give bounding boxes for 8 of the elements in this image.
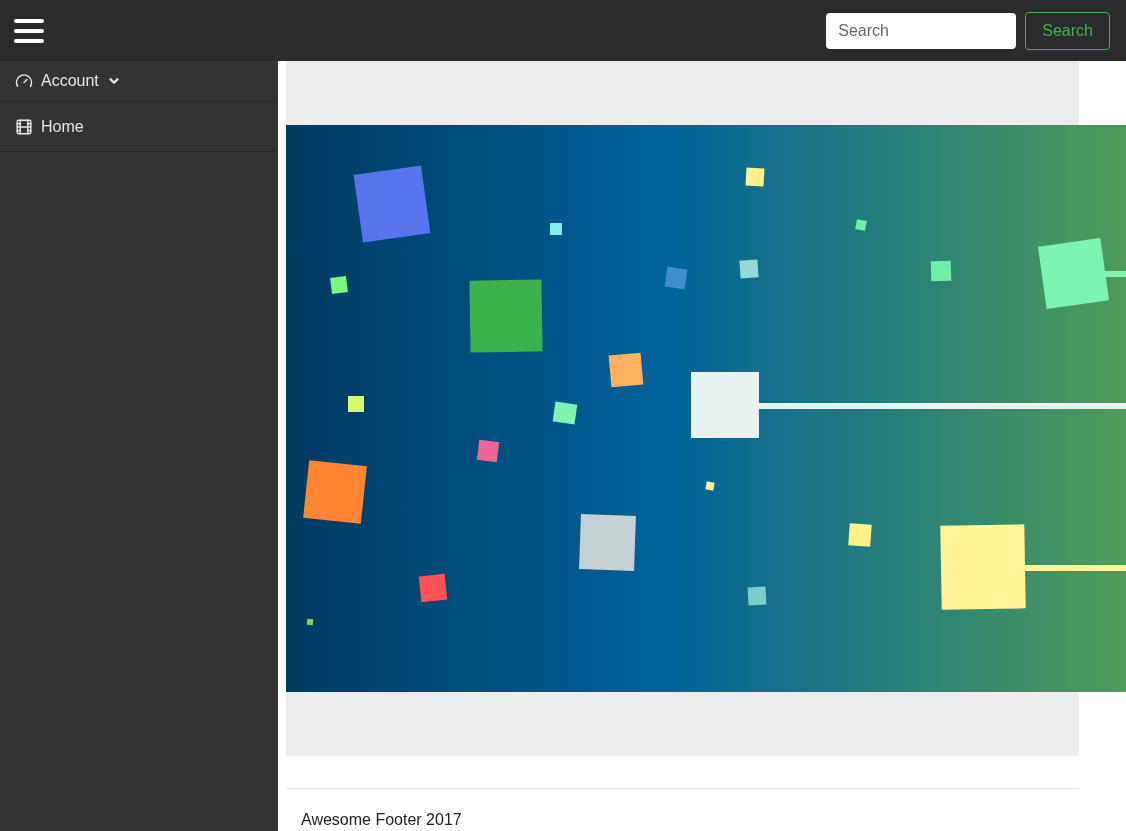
menu-icon[interactable] — [14, 18, 44, 43]
gauge-icon — [15, 72, 33, 90]
sidebar-item[interactable]: Account — [0, 61, 278, 102]
search-button[interactable]: Search — [1025, 11, 1110, 50]
search-field[interactable]: Search — [826, 12, 1017, 49]
sidebar-item[interactable]: Home — [0, 102, 278, 152]
film-icon — [15, 117, 33, 136]
footer-text: Awesome Footer 2017 — [301, 810, 463, 830]
